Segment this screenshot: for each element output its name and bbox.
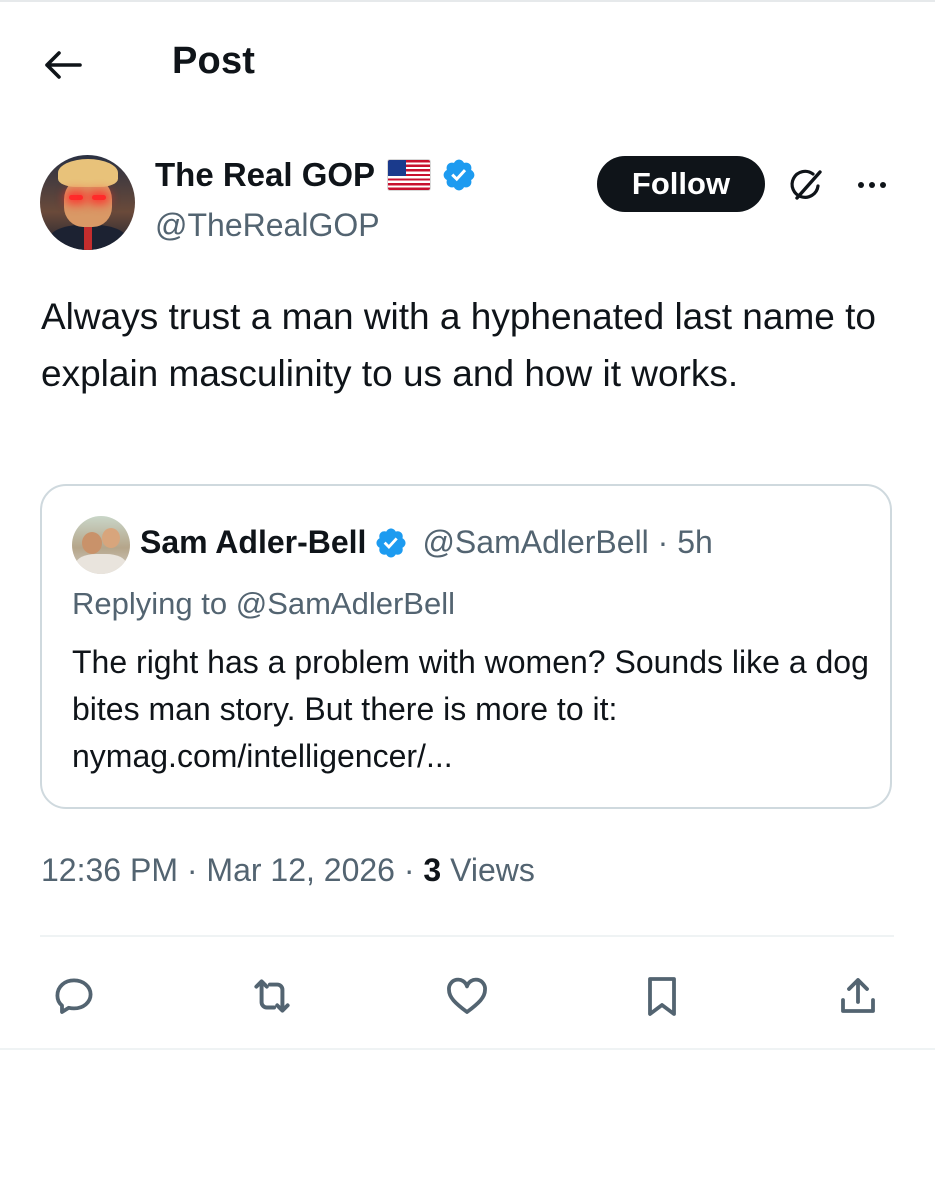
bookmark-button[interactable] [636,970,688,1022]
verified-badge-icon[interactable] [441,157,477,193]
reply-button[interactable] [48,970,100,1022]
quoted-handle-time: @SamAdlerBell · 5h [422,524,713,560]
page-title: Post [172,40,256,82]
retweet-icon [254,979,290,1013]
grok-icon[interactable] [785,164,829,208]
author-avatar[interactable] [40,155,135,250]
replying-to: Replying to @SamAdlerBell [72,586,455,622]
replying-prefix: Replying to [72,586,236,621]
more-options-icon[interactable] [850,170,894,200]
quoted-post-card[interactable]: Sam Adler-Bell @SamAdlerBell · 5h Replyi… [40,484,892,809]
us-flag-icon [387,159,432,191]
like-icon [447,977,487,1014]
share-button[interactable] [832,970,884,1022]
author-handle[interactable]: @TheRealGOP [155,207,380,244]
divider [0,1048,935,1050]
verified-badge-icon [374,526,408,560]
back-button[interactable] [38,42,86,88]
bookmark-icon [648,977,676,1016]
quoted-author-avatar[interactable] [72,516,130,574]
top-border [0,0,935,2]
share-icon [841,978,875,1013]
quoted-post-text: The right has a problem with women? Soun… [72,644,869,774]
quoted-author-name[interactable]: Sam Adler-Bell [140,524,366,561]
divider [40,935,894,937]
views-count: 3 [423,852,442,888]
page-header: Post [0,28,935,100]
author-name-row[interactable]: The Real GOP [155,156,477,194]
post-meta: 12:36 PM · Mar 12, 2026 · 3 Views [41,852,535,889]
follow-button[interactable]: Follow [597,156,765,212]
quoted-post-header: Sam Adler-Bell @SamAdlerBell · 5h [140,524,713,561]
views-label: Views [441,852,535,888]
reply-icon [55,978,93,1014]
author-name[interactable]: The Real GOP [155,156,375,194]
replying-mention[interactable]: @SamAdlerBell [236,586,455,621]
arrow-left-icon [45,51,82,79]
post-text: Always trust a man with a hyphenated las… [41,296,876,394]
like-button[interactable] [441,970,493,1022]
post-time-date[interactable]: 12:36 PM · Mar 12, 2026 · [41,852,423,888]
repost-button[interactable] [246,970,298,1022]
